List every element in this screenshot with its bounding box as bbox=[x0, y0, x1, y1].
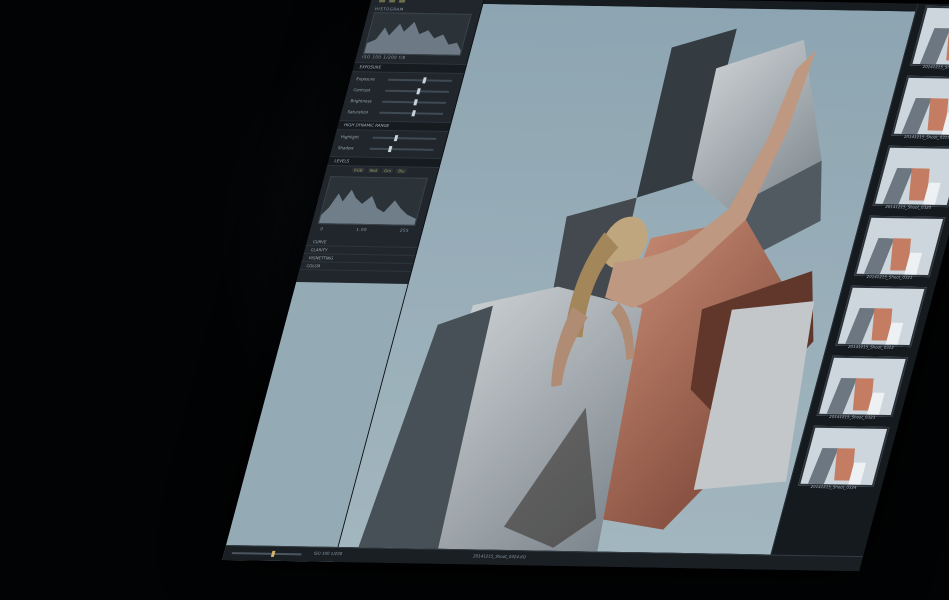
tool-tab-icon[interactable] bbox=[388, 0, 397, 3]
thumbnail[interactable] bbox=[872, 145, 949, 208]
slider-knob[interactable] bbox=[413, 98, 419, 105]
slider-track[interactable] bbox=[387, 76, 453, 83]
slider-exposure[interactable]: Exposure bbox=[355, 74, 453, 85]
section-label: COLOR bbox=[305, 263, 322, 269]
slider-track[interactable] bbox=[369, 145, 434, 152]
hdr-section-header[interactable]: HIGH DYNAMIC RANGE bbox=[336, 120, 451, 133]
slider-label: Brightness bbox=[349, 98, 373, 104]
levels-black: 0 bbox=[319, 226, 325, 232]
thumbnail-caption: 20141215_Shoot_0323 bbox=[828, 413, 876, 420]
histogram-stats: ISO 100 1/200 f/8 bbox=[361, 54, 407, 60]
thumbnail[interactable] bbox=[816, 355, 909, 418]
exposure-section-label: EXPOSURE bbox=[358, 64, 382, 70]
thumbnail-caption: 20141215_Shoot_0324 bbox=[809, 483, 858, 490]
hdr-section-label: HIGH DYNAMIC RANGE bbox=[343, 122, 390, 128]
projected-monitor: HISTOGRAM ISO 100 1/200 f/8 EXPOSURE Exp… bbox=[222, 0, 949, 572]
tool-tab-icon[interactable] bbox=[378, 0, 387, 3]
thumbnail-caption: 20141215_Shoot_0318 bbox=[922, 64, 949, 70]
levels-histogram[interactable] bbox=[317, 176, 428, 226]
thumbnail[interactable] bbox=[853, 215, 946, 278]
thumbnail[interactable] bbox=[835, 285, 927, 348]
slider-saturation[interactable]: Saturation bbox=[346, 107, 444, 118]
slider-track[interactable] bbox=[372, 134, 437, 141]
section-label: CLARITY bbox=[310, 247, 329, 253]
slider-highlight[interactable]: Highlight bbox=[340, 132, 438, 143]
thumbnail[interactable] bbox=[909, 5, 949, 68]
slider-shadow[interactable]: Shadow bbox=[337, 143, 435, 154]
thumbnail-caption: 20141215_Shoot_0321 bbox=[866, 273, 914, 280]
levels-channel-tabs: RGB Red Grn Blu bbox=[351, 167, 408, 174]
slider-label: Exposure bbox=[355, 76, 376, 82]
exposure-readout: ISO 100 1/200 bbox=[313, 550, 343, 557]
section-label: CURVE bbox=[312, 239, 328, 245]
slider-knob[interactable] bbox=[422, 76, 428, 83]
slider-label: Shadow bbox=[337, 145, 355, 151]
levels-white: 255 bbox=[399, 227, 410, 233]
slider-knob[interactable] bbox=[388, 145, 393, 152]
tool-tab-icon[interactable] bbox=[398, 0, 407, 3]
levels-section-label: LEVELS bbox=[333, 158, 350, 164]
exposure-section-header[interactable]: EXPOSURE bbox=[352, 62, 467, 75]
thumbnail[interactable] bbox=[797, 425, 890, 488]
slider-track[interactable] bbox=[382, 98, 447, 105]
section-label: VIGNETTING bbox=[307, 255, 334, 261]
levels-tab-red[interactable]: Red bbox=[366, 167, 380, 173]
tool-tabs[interactable] bbox=[378, 0, 407, 5]
levels-tab-blue[interactable]: Blu bbox=[395, 168, 408, 174]
slider-knob[interactable] bbox=[411, 109, 417, 116]
slider-brightness[interactable]: Brightness bbox=[349, 96, 447, 107]
levels-tab-green[interactable]: Grn bbox=[381, 168, 394, 174]
histogram bbox=[362, 12, 472, 56]
slider-knob[interactable] bbox=[416, 87, 421, 94]
section-color[interactable]: COLOR bbox=[299, 262, 413, 272]
slider-track[interactable] bbox=[385, 87, 450, 94]
slider-knob[interactable] bbox=[394, 134, 399, 141]
slider-label: Contrast bbox=[352, 87, 372, 93]
thumbnail[interactable] bbox=[891, 75, 949, 138]
slider-label: Highlight bbox=[340, 134, 360, 140]
thumbnail-caption: 20141215_Shoot_0320 bbox=[884, 203, 932, 210]
slider-track[interactable] bbox=[379, 109, 444, 116]
thumbnail-caption: 20141215_Shoot_0319 bbox=[903, 133, 949, 140]
levels-tab-rgb[interactable]: RGB bbox=[351, 167, 366, 173]
thumbnail-caption: 20141215_Shoot_0322 bbox=[847, 343, 895, 350]
histogram-title: HISTOGRAM bbox=[374, 6, 405, 12]
slider-label: Saturation bbox=[346, 109, 370, 115]
levels-gamma: 1.00 bbox=[355, 226, 368, 233]
slider-contrast[interactable]: Contrast bbox=[352, 85, 450, 96]
filename-label: 20141215_Shoot_0324.IIQ bbox=[472, 553, 527, 560]
zoom-slider[interactable] bbox=[231, 550, 302, 557]
levels-section-header[interactable]: LEVELS bbox=[327, 156, 442, 169]
